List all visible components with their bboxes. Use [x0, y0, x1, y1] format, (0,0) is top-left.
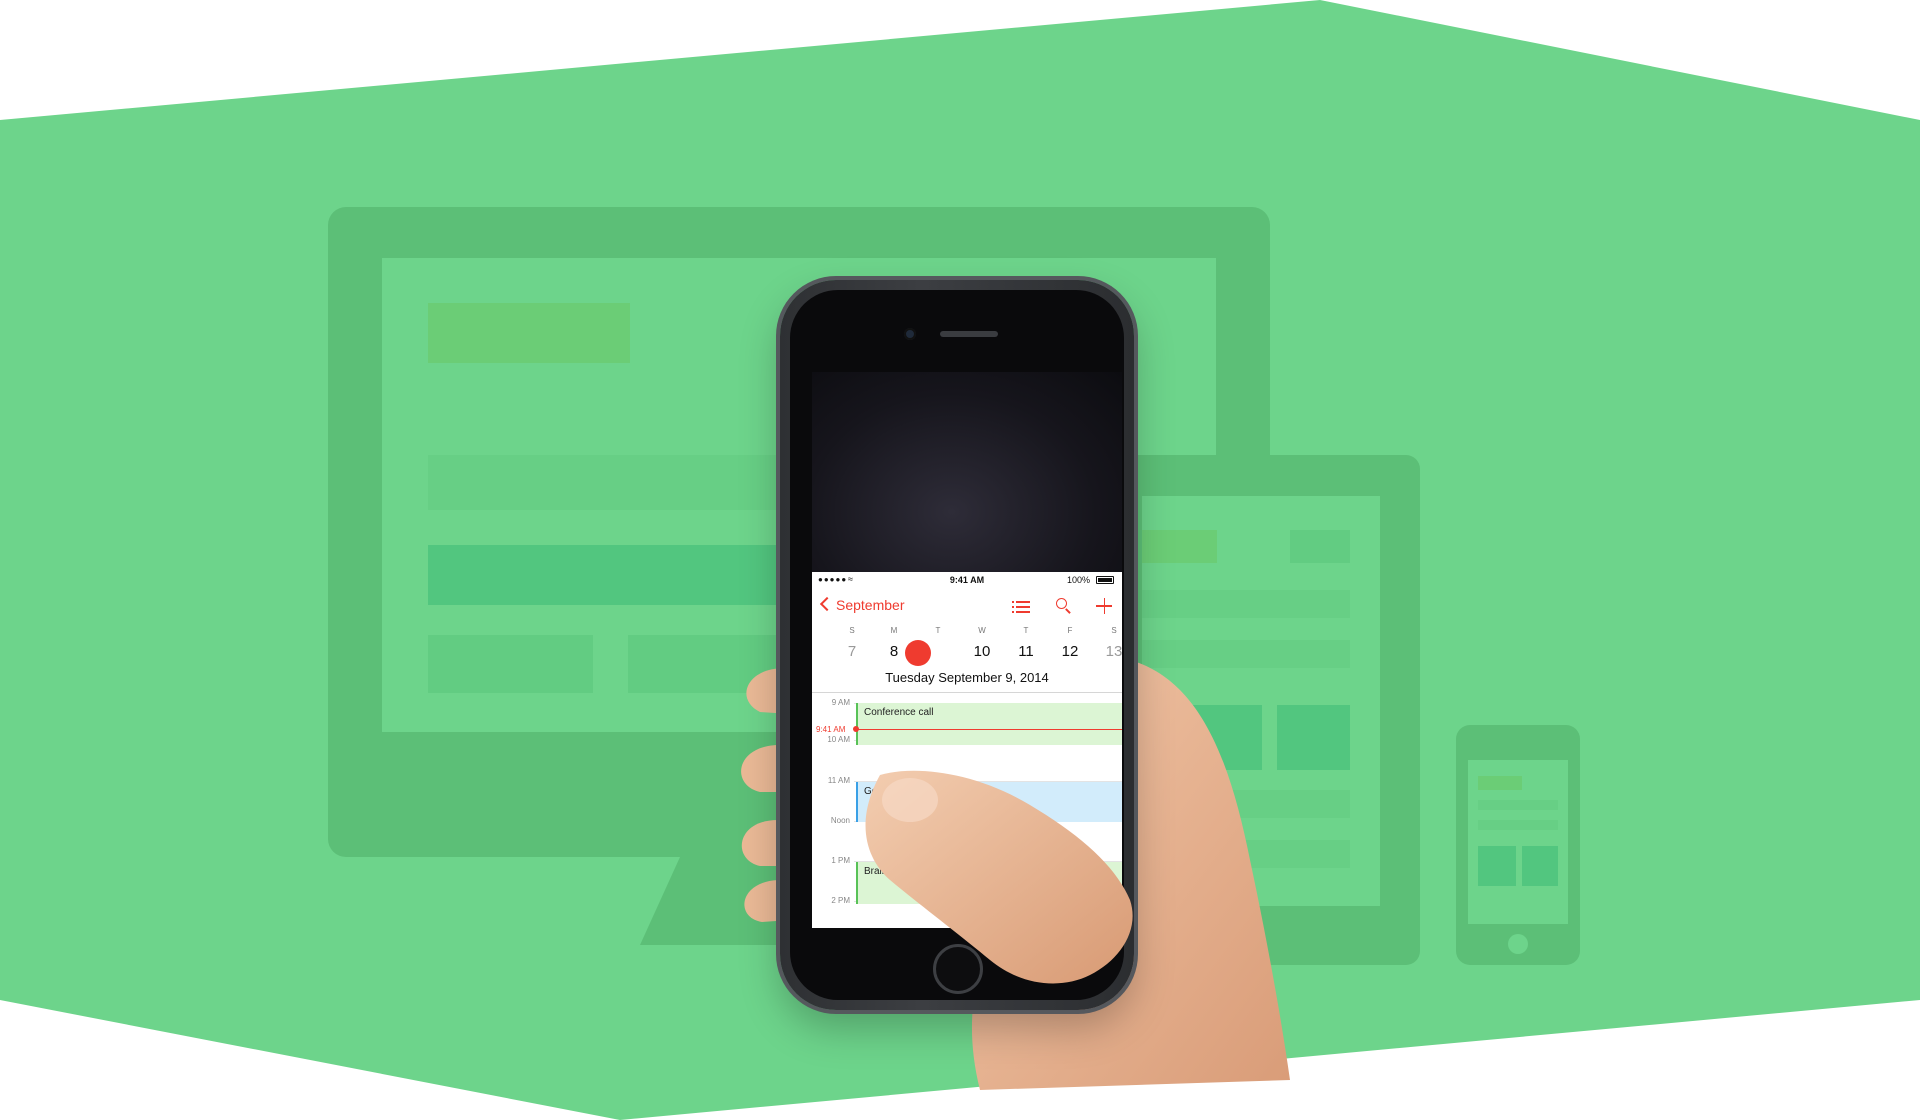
day-timeline: 9 AM 10 AM 11 AM Noon 1 PM 2 PM Conferen…: [812, 698, 1122, 928]
status-bar: ●●●●● ≈ 9:41 AM 100%: [812, 572, 1122, 588]
hour-label: 9 AM: [831, 698, 850, 707]
home-button[interactable]: [933, 944, 983, 994]
search-icon[interactable]: [1054, 596, 1074, 616]
hour-label: 2 PM: [831, 896, 850, 905]
calendar-nav-bar: September: [812, 590, 1122, 620]
front-camera: [904, 328, 916, 340]
selected-date: Tuesday September 9, 2014: [885, 670, 1049, 685]
event-conference-call[interactable]: Conference call: [856, 703, 1122, 745]
chevron-left-icon: [819, 596, 835, 612]
event-brainstorming[interactable]: Brainstorming s: [856, 862, 1122, 904]
iphone: ●●●●● ≈ 9:41 AM 100% September S 7 M 8 T…: [780, 280, 1134, 1010]
hour-label: 1 PM: [831, 856, 850, 865]
list-icon[interactable]: [1012, 596, 1032, 616]
back-button[interactable]: September: [818, 596, 905, 613]
hour-label: 11 AM: [827, 776, 850, 785]
week-strip: S 7 M 8 T 9 W 10 T 11 F 12 S 13: [812, 626, 1122, 666]
battery-icon: [1096, 576, 1114, 584]
hour-label: Noon: [830, 816, 850, 825]
phone-face: ●●●●● ≈ 9:41 AM 100% September S 7 M 8 T…: [790, 290, 1124, 1000]
event-blue[interactable]: Go: [856, 782, 1122, 822]
hour-label: 10 AM: [827, 735, 850, 744]
earpiece-speaker: [940, 331, 998, 337]
current-time-dot: [853, 726, 859, 732]
phone-screen: ●●●●● ≈ 9:41 AM 100% September S 7 M 8 T…: [812, 372, 1122, 928]
current-time-line: [856, 729, 1122, 730]
battery-percent: 100%: [1066, 575, 1090, 585]
divider: [812, 692, 1122, 693]
notification-shade: [812, 372, 1122, 572]
add-icon[interactable]: [1094, 596, 1114, 616]
current-time-label: 9:41 AM: [816, 725, 846, 734]
back-label: September: [836, 597, 905, 613]
